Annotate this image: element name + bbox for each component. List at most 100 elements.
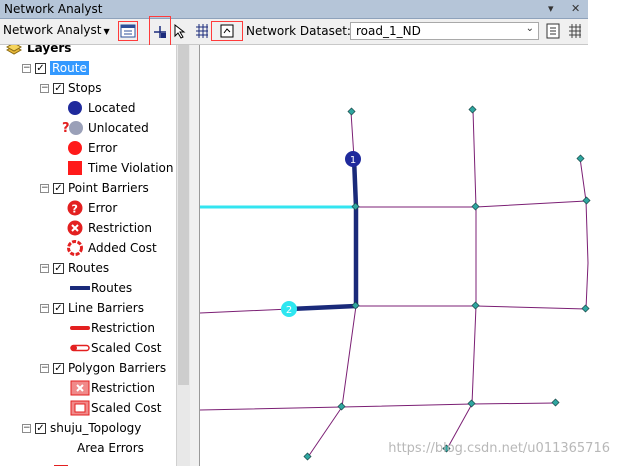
topology-layer-label: shuju_Topology: [50, 421, 142, 435]
collapse-icon[interactable]: −: [40, 363, 49, 373]
solve-icon: [220, 24, 234, 38]
network-dataset-value: road_1_ND: [356, 24, 421, 38]
junction: [581, 304, 590, 313]
junction: [582, 196, 591, 205]
select-arrow-icon: [174, 23, 186, 39]
network-analyst-toolbar: Network Analyst ▼ Network Dataset: road_1…: [0, 16, 588, 48]
select-move-location-button[interactable]: [170, 21, 190, 41]
legend-label: Scaled Cost: [91, 401, 162, 415]
legend-label: Routes: [91, 281, 133, 295]
legend-item: Routes: [70, 278, 132, 298]
legend-label: Located: [88, 101, 136, 115]
area-error-icon: [52, 460, 70, 466]
toc-stops-group[interactable]: − ✓ Stops: [40, 78, 102, 98]
error-barrier-icon: ?: [66, 200, 84, 216]
route-layer-label: Route: [50, 61, 89, 75]
restriction-line-icon: [70, 320, 90, 336]
route-line-icon: [70, 280, 90, 296]
stop-1: 1: [345, 151, 361, 167]
legend-item: Time Violation: [66, 158, 173, 178]
directions-button[interactable]: [543, 21, 563, 41]
directions-icon: [546, 23, 560, 39]
toc-topology-layer[interactable]: − ✓ shuju_Topology: [22, 418, 141, 438]
toc-line-barriers-group[interactable]: − ✓ Line Barriers: [40, 298, 144, 318]
collapse-icon[interactable]: −: [40, 263, 49, 273]
network-dataset-select[interactable]: road_1_ND ⌄: [350, 22, 539, 40]
collapse-icon[interactable]: −: [40, 183, 49, 193]
pane-splitter[interactable]: [190, 45, 200, 466]
legend-item: ? Error: [66, 198, 117, 218]
network-analyst-window-button[interactable]: [118, 21, 138, 41]
junction: [468, 105, 477, 114]
collapse-icon[interactable]: −: [40, 303, 49, 313]
point-barriers-label: Point Barriers: [68, 181, 149, 195]
road-edge: [446, 109, 477, 450]
checkbox-checked[interactable]: ✓: [35, 62, 46, 74]
legend-label: Error: [88, 141, 118, 155]
added-cost-icon: [66, 240, 84, 256]
checkbox-checked[interactable]: ✓: [35, 422, 46, 434]
road-edge: [200, 305, 587, 314]
scaled-cost-polygon-icon: [70, 400, 90, 416]
polygon-barriers-label: Polygon Barriers: [68, 361, 167, 375]
legend-item: Area Errors: [77, 438, 144, 458]
close-icon[interactable]: ✕: [571, 2, 580, 15]
junction: [337, 402, 346, 411]
map-view[interactable]: 1 2 https://blog.csdn.net/u011365716: [200, 45, 618, 466]
stop-2-label: 2: [286, 305, 292, 316]
legend-label: Restriction: [88, 221, 152, 235]
layers-icon: [5, 45, 23, 56]
line-barriers-label: Line Barriers: [68, 301, 144, 315]
collapse-icon[interactable]: −: [40, 83, 49, 93]
legend-item: Scaled Cost: [70, 398, 161, 418]
analysis-settings-button[interactable]: [565, 21, 585, 41]
checkbox-checked[interactable]: ✓: [53, 302, 64, 314]
legend-label: Added Cost: [88, 241, 157, 255]
create-network-location-button[interactable]: [149, 16, 171, 48]
legend-item: ? Unlocated: [62, 118, 149, 138]
grid-icon: [196, 24, 208, 38]
chevron-down-icon: ⌄: [525, 23, 534, 34]
dropdown-icon[interactable]: ▾: [548, 2, 554, 15]
stop-2: 2: [281, 301, 297, 317]
checkbox-checked[interactable]: ✓: [53, 182, 64, 194]
road-edge: [356, 200, 587, 208]
legend-label: Scaled Cost: [91, 341, 162, 355]
network-analyst-menu-label: Network Analyst: [3, 23, 102, 37]
network-analyst-menu[interactable]: Network Analyst ▼: [3, 23, 110, 37]
build-button[interactable]: [192, 21, 212, 41]
legend-item: Located: [66, 98, 135, 118]
toc-point-barriers-group[interactable]: − ✓ Point Barriers: [40, 178, 149, 198]
settings-grid-icon: [569, 24, 581, 38]
checkbox-checked[interactable]: ✓: [53, 362, 64, 374]
legend-item: Scaled Cost: [70, 338, 161, 358]
chevron-down-icon: ▼: [103, 27, 110, 36]
toc-routes-group[interactable]: − ✓ Routes: [40, 258, 109, 278]
legend-label: Area Errors: [77, 441, 144, 455]
checkbox-checked[interactable]: ✓: [53, 82, 64, 94]
legend-label: Unlocated: [88, 121, 149, 135]
solve-button[interactable]: [211, 21, 243, 41]
add-location-icon: [154, 26, 166, 38]
window-title: Network Analyst: [4, 2, 103, 16]
time-violation-icon: [66, 160, 84, 176]
legend-label: Time Violation: [88, 161, 174, 175]
legend-label: Restriction: [91, 321, 155, 335]
road-network: [200, 109, 589, 458]
toc-scrollbar[interactable]: [176, 45, 190, 466]
stop-1-label: 1: [350, 155, 356, 166]
restriction-barrier-icon: [66, 220, 84, 236]
legend-label: Error: [88, 201, 118, 215]
checkbox-checked[interactable]: ✓: [53, 262, 64, 274]
collapse-icon[interactable]: −: [22, 423, 31, 433]
road-edge: [579, 157, 589, 310]
toc-polygon-barriers-group[interactable]: − ✓ Polygon Barriers: [40, 358, 166, 378]
legend-item: Added Cost: [66, 238, 157, 258]
scrollbar-thumb[interactable]: [178, 45, 189, 385]
junction: [347, 107, 356, 116]
toc-root-layers[interactable]: Layers: [5, 45, 71, 58]
collapse-icon[interactable]: −: [22, 63, 31, 73]
routes-label: Routes: [68, 261, 110, 275]
toc-route-layer[interactable]: − ✓ Route: [22, 58, 89, 78]
legend-label: Restriction: [91, 381, 155, 395]
